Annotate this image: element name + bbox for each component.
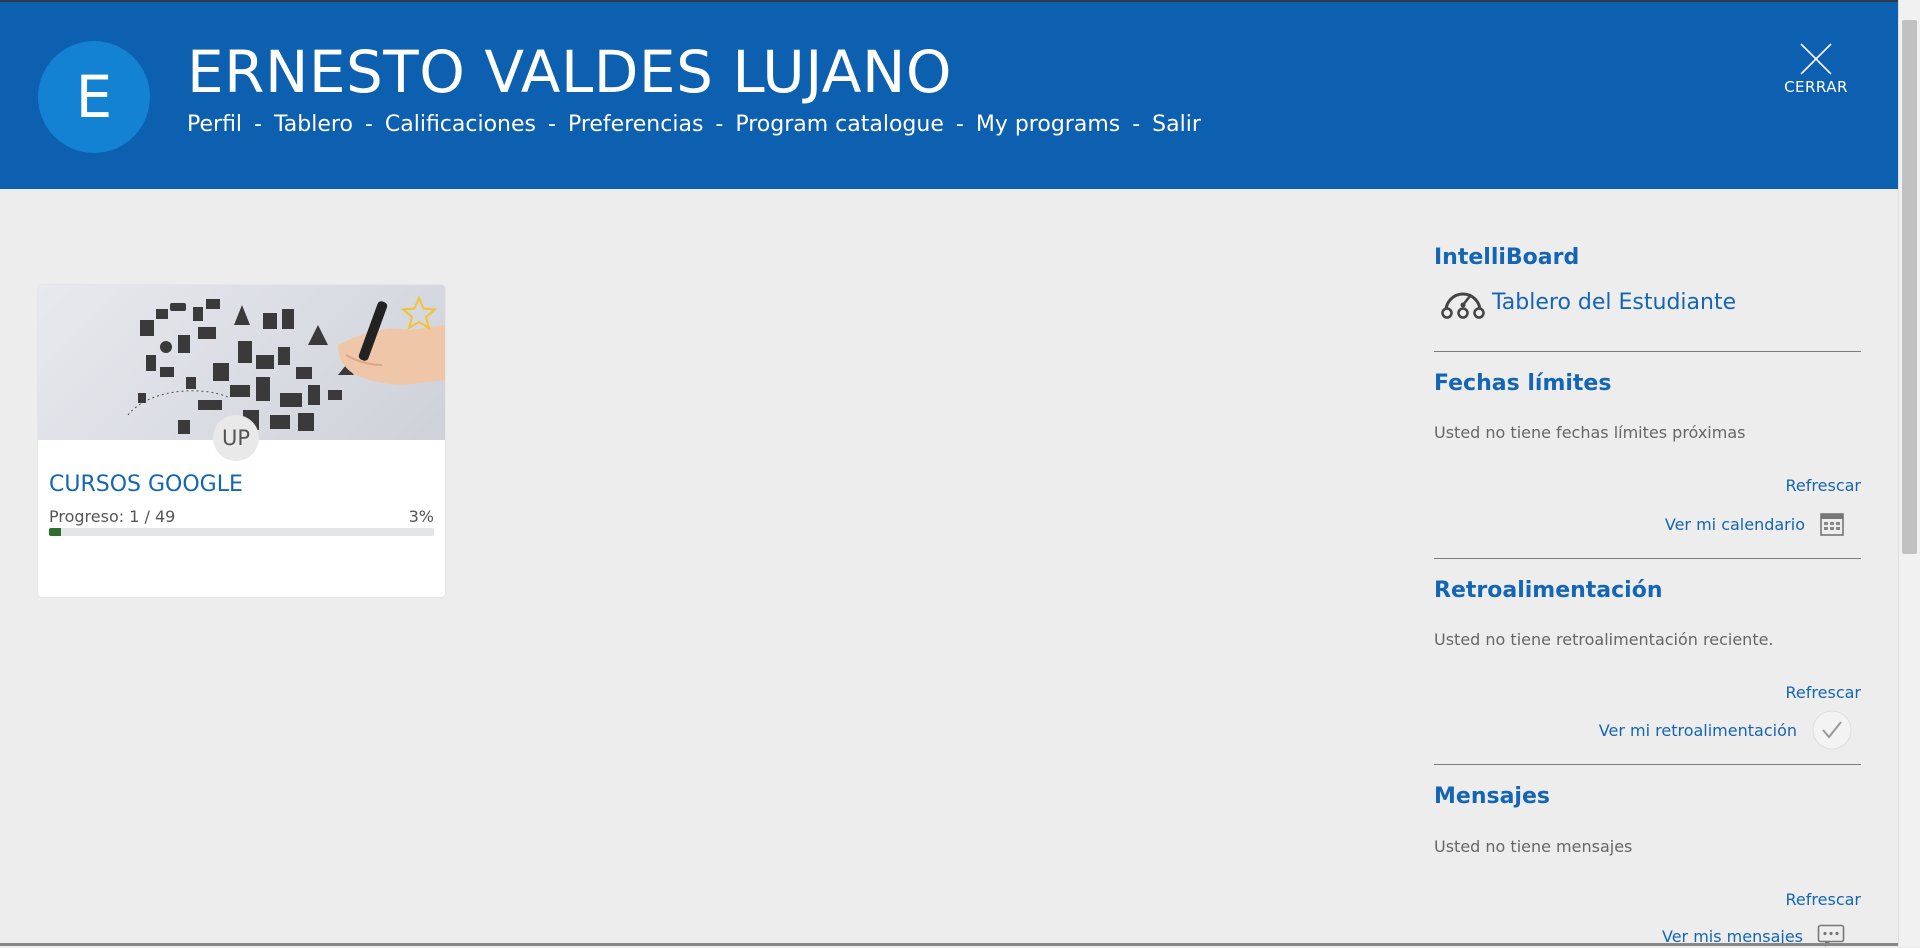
student-dashboard-link[interactable]: Tablero del Estudiante [1440, 285, 1861, 319]
calendar-link[interactable]: Ver mi calendario [1665, 515, 1805, 534]
divider [1434, 764, 1861, 765]
intelliboard-title: IntelliBoard [1434, 245, 1580, 270]
progress-fill [49, 528, 61, 536]
course-badge: UP [213, 415, 259, 461]
progress-bar [49, 528, 434, 536]
nav-preferencias[interactable]: Preferencias [568, 112, 703, 137]
messages-refresh-link[interactable]: Refrescar [1786, 890, 1861, 909]
close-icon [1800, 43, 1832, 75]
nav-separator: - [548, 112, 556, 137]
scrollbar-thumb[interactable] [1902, 20, 1917, 554]
nav-tablero[interactable]: Tablero [274, 112, 353, 137]
nav-separator: - [955, 112, 964, 137]
dashboard-gauge-icon [1441, 292, 1485, 319]
nav-separator: - [715, 112, 724, 137]
deadlines-text: Usted no tiene fechas límites próximas [1434, 423, 1746, 442]
nav-program-catalogue[interactable]: Program catalogue [735, 112, 944, 137]
feedback-title: Retroalimentación [1434, 578, 1663, 603]
close-button[interactable]: CERRAR [1776, 42, 1856, 96]
avatar[interactable]: E [38, 41, 150, 153]
nav-separator: - [364, 112, 373, 137]
intelliboard-block: IntelliBoard Tablero del Estudiante [1434, 245, 1861, 319]
user-name: ERNESTO VALDES LUJANO [187, 38, 953, 106]
star-icon[interactable] [401, 295, 437, 331]
feedback-refresh-link[interactable]: Refrescar [1786, 683, 1861, 702]
nav-separator: - [1132, 112, 1141, 137]
messages-title: Mensajes [1434, 784, 1550, 809]
calendar-link-row[interactable]: Ver mi calendario [1665, 511, 1845, 537]
profile-header: E ERNESTO VALDES LUJANO Perfil - Tablero… [0, 0, 1898, 189]
nav-calificaciones[interactable]: Calificaciones [385, 112, 536, 137]
divider [1434, 351, 1861, 352]
profile-nav: Perfil - Tablero - Calificaciones - Pref… [187, 112, 1201, 137]
feedback-text: Usted no tiene retroalimentación recient… [1434, 630, 1774, 649]
feedback-link[interactable]: Ver mi retroalimentación [1599, 721, 1797, 740]
nav-separator: - [254, 112, 262, 137]
messages-text: Usted no tiene mensajes [1434, 837, 1633, 856]
deadlines-title: Fechas límites [1434, 371, 1612, 396]
feedback-link-row[interactable]: Ver mi retroalimentación [1599, 709, 1853, 751]
checkmark-icon [1812, 710, 1852, 750]
progress-percent: 3% [408, 507, 434, 526]
progress-label: Progreso: 1 / 49 [49, 507, 176, 526]
close-label: CERRAR [1784, 78, 1848, 96]
student-dashboard-label[interactable]: Tablero del Estudiante [1492, 290, 1736, 315]
deadlines-refresh-link[interactable]: Refrescar [1786, 476, 1861, 495]
nav-perfil[interactable]: Perfil [187, 112, 242, 137]
course-card[interactable]: UP CURSOS GOOGLE Progreso: 1 / 49 3% [38, 285, 445, 597]
divider [1434, 558, 1861, 559]
course-title[interactable]: CURSOS GOOGLE [49, 472, 243, 497]
nav-my-programs[interactable]: My programs [976, 112, 1120, 137]
vertical-scrollbar[interactable] [1898, 0, 1920, 946]
nav-salir[interactable]: Salir [1152, 112, 1201, 137]
calendar-icon [1820, 513, 1844, 536]
